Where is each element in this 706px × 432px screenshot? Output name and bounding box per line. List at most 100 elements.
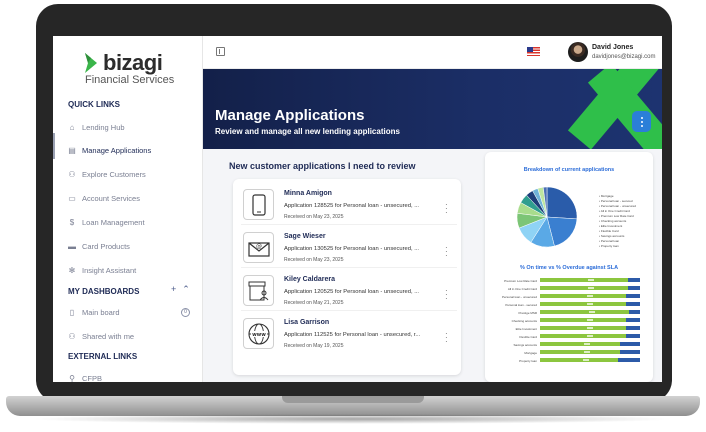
charts-panel: Breakdown of current applications • Mort… [485,152,653,382]
avatar[interactable] [568,42,588,62]
bar-chart-title: % On time vs % Overdue against SLA [519,265,619,271]
add-dashboard-icon[interactable]: + [171,284,176,295]
item-menu-icon[interactable]: · · · [445,201,448,217]
laptop-notch [282,396,424,403]
sidebar-item-label: Manage Applications [82,145,152,155]
received-date: Received on May 23, 2025 [284,214,344,220]
legend-entry: • Personal loan [599,239,620,243]
bar-on-time[interactable] [540,302,640,306]
us-flag-icon[interactable] [527,47,540,56]
item-menu-icon[interactable]: · · · [445,244,448,260]
applicant-name: Minna Amigon [284,190,332,197]
bar-overdue[interactable] [628,278,640,282]
bar-label: Checking accounts [511,319,537,323]
logo-subtitle: Financial Services [85,74,175,86]
bar-overdue[interactable] [618,358,640,362]
bar-label: Premium Low Rate Card [504,279,537,283]
bar-row: Personal loan - unsecured [491,294,641,299]
dashboard-controls: + ⌃ [171,284,190,295]
sidebar-item-card-products[interactable]: ▬ Card Products [68,237,196,255]
legend-entry: • Personal loan - secured [599,199,633,203]
bar-overdue[interactable] [620,350,640,354]
sidebar-item-manage-applications[interactable]: ▤ Manage Applications [68,141,196,159]
sidebar-item-cfpb[interactable]: ⚲ CFPB [68,369,196,383]
bar-label: Property loan [519,359,537,363]
bar-row: Savings accounts [491,342,641,347]
dashboard-count-badge: 0 [181,307,190,317]
sidebar-item-label: Card Products [82,241,130,251]
list-item[interactable]: @ Sage Wieser Application 130525 for Per… [241,228,457,268]
bar-label: Personal loan - unsecured [501,295,537,299]
legend-entry: • Elite Investment [599,224,623,228]
sidebar-item-loan-management[interactable]: $ Loan Management [68,213,196,231]
bar-overdue[interactable] [626,294,640,298]
collapse-sidebar-icon[interactable] [216,47,225,56]
pie-slice[interactable] [546,186,578,220]
chevron-up-icon[interactable]: ⌃ [182,284,190,295]
bar-label: Personal loan - secured [505,303,537,307]
bar-overdue[interactable] [626,302,640,306]
main-content: New customer applications I need to revi… [203,149,662,382]
bar-row: Elite Investment [491,326,641,331]
bar-overdue[interactable] [629,310,640,314]
account-icon: ▭ [68,193,76,203]
sidebar-item-lending-hub[interactable]: ⌂ Lending Hub [68,118,196,136]
sidebar-item-label: CFPB [82,373,103,383]
money-icon: $ [69,217,75,227]
received-date: Received on May 23, 2025 [284,257,344,263]
link-icon: ⚲ [69,373,75,383]
bar-on-time[interactable] [540,286,640,290]
bar-on-time[interactable] [540,358,640,362]
item-menu-icon[interactable]: · · · [445,287,448,303]
sidebar-item-main-board[interactable]: ▯ Main board 0 [68,303,196,321]
bar-on-time[interactable] [540,278,640,282]
bar-marker [588,287,595,289]
list-item[interactable]: Minna Amigon Application 128525 for Pers… [241,185,457,225]
bar-row: Mortgage [491,350,641,355]
bar-on-time[interactable] [540,342,640,346]
sidebar-item-account-services[interactable]: ▭ Account Services [68,189,196,207]
bar-row: Checking accounts [491,318,641,323]
envelope-icon: @ [243,232,274,263]
bar-label: Prestige MSR [518,311,537,315]
sidebar-item-label: Main board [82,307,120,317]
bar-on-time[interactable] [540,294,640,298]
sparkle-icon: ✻ [68,265,76,275]
page-banner: Manage Applications Review and manage al… [203,69,662,149]
sidebar-item-explore-customers[interactable]: ⚇ Explore Customers [68,165,196,183]
bar-on-time[interactable] [540,350,640,354]
bar-row: Premium Low Rate Card [491,278,641,283]
sidebar-item-insight-assistant[interactable]: ✻ Insight Assistant [68,261,196,279]
bar-overdue[interactable] [626,334,640,338]
bar-on-time[interactable] [540,326,640,330]
item-menu-icon[interactable]: · · · [445,330,448,346]
share-icon: ⚇ [68,331,76,341]
sidebar-item-shared-with-me[interactable]: ⚇ Shared with me [68,327,196,345]
sidebar-item-label: Insight Assistant [82,265,137,275]
logo-text: bizagi [103,50,163,75]
bar-overdue[interactable] [620,342,640,346]
more-options-button[interactable] [632,111,651,132]
users-icon: ⚇ [68,169,76,179]
list-item[interactable]: www Lisa Garrison Application 112525 for… [241,314,457,354]
list-item[interactable]: Kiley Caldarera Application 120525 for P… [241,271,457,311]
bar-marker [587,327,594,329]
quick-links-title: QUICK LINKS [68,100,120,109]
bar-overdue[interactable] [626,326,640,330]
bar-overdue[interactable] [626,318,640,322]
bar-on-time[interactable] [540,310,640,314]
bar-marker [587,319,594,321]
bar-overdue[interactable] [628,286,640,290]
legend-entry: • All in One Credit Card [599,209,630,213]
bar-label: Flexible Card [519,335,537,339]
clipboard-icon: ▤ [68,145,76,155]
applicant-name: Kiley Caldarera [284,276,335,283]
bar-on-time[interactable] [540,318,640,322]
legend-entry: • Mortgage [599,194,614,198]
sidebar-item-label: Loan Management [82,217,145,227]
active-indicator [53,133,55,159]
bookmark-icon: ▯ [69,307,75,317]
dashboards-title: MY DASHBOARDS [68,287,140,296]
bar-marker [587,303,594,305]
bar-on-time[interactable] [540,334,640,338]
